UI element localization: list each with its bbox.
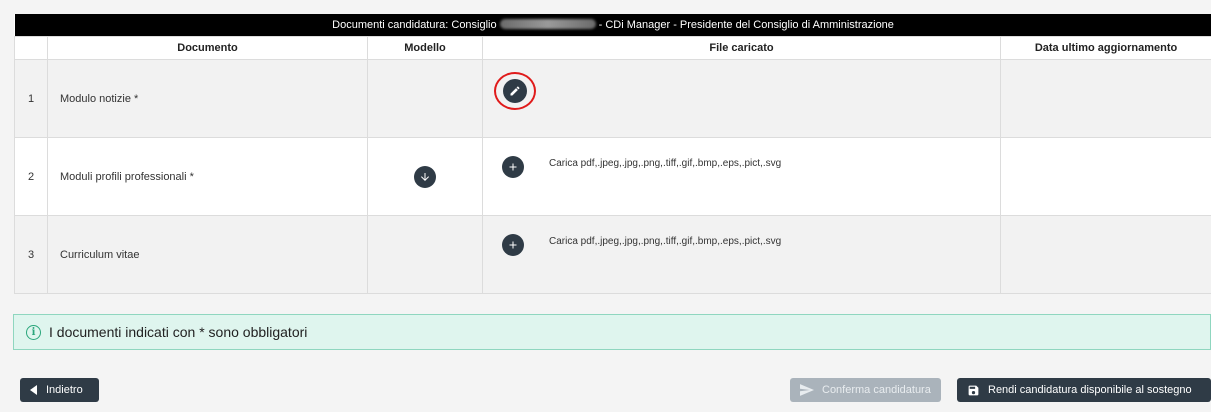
pencil-icon (510, 86, 520, 96)
row-number: 1 (14, 59, 48, 138)
save-icon (967, 384, 980, 397)
row-model (367, 59, 483, 138)
row-date (999, 137, 1211, 216)
back-label: Indietro (46, 384, 83, 396)
table-row: 1 Modulo notizie * (14, 59, 1211, 138)
upload-line: Carica pdf,.jpeg,.jpg,.png,.tiff,.gif,.b… (502, 156, 781, 178)
confirm-application-button[interactable]: Conferma candidatura (790, 378, 941, 402)
table-caption: Documenti candidatura: Consiglio - CDi Ma… (14, 14, 1211, 37)
header-number (14, 36, 48, 60)
send-icon (800, 384, 814, 396)
row-document: Moduli profili professionali * (47, 137, 368, 216)
row-document: Curriculum vitae (47, 215, 368, 294)
table-caption-row: Documenti candidatura: Consiglio - CDi Ma… (14, 14, 1211, 37)
upload-file-button[interactable] (502, 234, 524, 256)
caption-prefix: Documenti candidatura: Consiglio (332, 19, 497, 31)
table-row: 2 Moduli profili professionali * Carica … (14, 137, 1211, 216)
documents-table: Documenti candidatura: Consiglio - CDi Ma… (14, 14, 1211, 294)
caption-suffix: - CDi Manager - Presidente del Consiglio… (598, 19, 894, 31)
redacted-name (499, 19, 596, 29)
row-date (999, 215, 1211, 294)
back-button[interactable]: Indietro (20, 378, 99, 402)
info-icon: i (26, 324, 41, 340)
table-row: 3 Curriculum vitae Carica pdf,.jpeg,.jpg… (14, 215, 1211, 294)
row-number: 3 (14, 215, 48, 294)
header-file: File caricato (482, 36, 1001, 60)
notice-text: I documenti indicati con * sono obbligat… (49, 324, 308, 340)
available-label: Rendi candidatura disponibile al sostegn… (988, 384, 1192, 396)
row-file: Carica pdf,.jpeg,.jpg,.png,.tiff,.gif,.b… (482, 215, 1001, 294)
row-document: Modulo notizie * (47, 59, 368, 138)
row-date (999, 59, 1211, 138)
upload-line: Carica pdf,.jpeg,.jpg,.png,.tiff,.gif,.b… (502, 234, 781, 256)
download-model-button[interactable] (414, 165, 436, 188)
header-model: Modello (367, 36, 483, 60)
edit-file-button[interactable] (503, 79, 527, 103)
plus-icon (509, 241, 517, 249)
row-number: 2 (14, 137, 48, 216)
upload-hint: Carica pdf,.jpeg,.jpg,.png,.tiff,.gif,.b… (549, 235, 782, 247)
caret-left-icon (30, 385, 38, 395)
table-header-row: Documento Modello File caricato Data ult… (14, 36, 1211, 60)
row-file: Carica pdf,.jpeg,.jpg,.png,.tiff,.gif,.b… (482, 137, 1001, 216)
row-model (367, 215, 483, 294)
row-model (367, 137, 483, 216)
highlight-ring (494, 72, 536, 110)
page: Documenti candidatura: Consiglio - CDi Ma… (0, 0, 1211, 412)
header-document: Documento (47, 36, 368, 60)
required-notice: i I documenti indicati con * sono obblig… (13, 314, 1211, 350)
upload-file-button[interactable] (502, 156, 524, 178)
header-date: Data ultimo aggiornamento (999, 36, 1211, 60)
make-available-button[interactable]: Rendi candidatura disponibile al sostegn… (957, 378, 1211, 402)
upload-hint: Carica pdf,.jpeg,.jpg,.png,.tiff,.gif,.b… (549, 157, 782, 169)
plus-icon (509, 163, 517, 171)
row-file (482, 59, 1001, 138)
confirm-label: Conferma candidatura (822, 384, 931, 396)
arrow-down-icon (421, 172, 429, 181)
